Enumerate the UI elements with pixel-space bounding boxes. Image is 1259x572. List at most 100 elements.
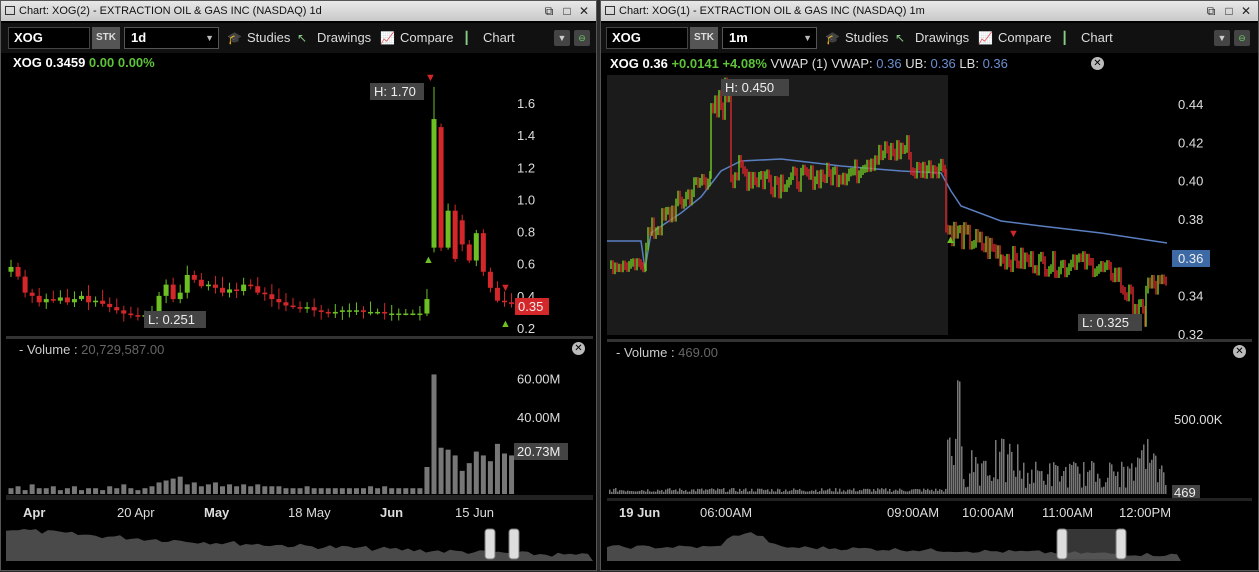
volume-bar (1039, 471, 1041, 494)
price-tick-label: 0.8 (517, 225, 535, 240)
volume-bar (1117, 471, 1119, 494)
volume-bar (1079, 473, 1081, 494)
time-axis-label: 06:00AM (700, 505, 752, 520)
volume-bar (741, 490, 743, 494)
volume-bar (735, 490, 737, 494)
volume-bar (743, 489, 745, 494)
volume-bar (403, 488, 409, 494)
sell-marker-icon: ▼ (500, 282, 511, 294)
volume-bar (717, 488, 719, 494)
volume-bar (1087, 471, 1089, 494)
volume-bar (1075, 463, 1077, 494)
volume-bar (947, 439, 949, 494)
price-tick-label: 0.40 (1178, 174, 1203, 189)
premarket-shading (607, 75, 948, 335)
volume-bar (1053, 462, 1055, 494)
volume-bar (332, 488, 338, 494)
volume-bar (931, 489, 933, 494)
candle-down (15, 266, 21, 277)
candle-up (375, 311, 381, 314)
volume-bar (220, 486, 225, 494)
volume-bar (901, 489, 903, 494)
volume-bar (50, 486, 56, 494)
volume-bar (633, 491, 635, 494)
volume-bar (721, 489, 723, 494)
volume-bar (417, 488, 423, 494)
volume-bar (819, 491, 821, 494)
volume-bar (703, 490, 705, 494)
axis-divider (607, 498, 1252, 501)
volume-bar (941, 489, 943, 494)
volume-tick-label: 60.00M (517, 371, 560, 386)
volume-bar (1031, 469, 1033, 494)
volume-bar (777, 488, 779, 494)
volume-bar (431, 374, 437, 494)
time-axis-label: 10:00AM (962, 505, 1014, 520)
volume-bar (801, 490, 803, 494)
volume-bar (487, 461, 493, 494)
volume-bar (36, 488, 42, 494)
volume-bar (925, 489, 927, 494)
volume-bar (849, 489, 851, 494)
volume-bar (779, 489, 781, 494)
time-axis-label: 19 Jun (619, 505, 660, 520)
volume-bar (841, 491, 843, 494)
volume-bar (829, 488, 831, 494)
volume-bar (807, 491, 809, 494)
volume-bar (893, 490, 895, 494)
close-volume-icon[interactable]: ✕ (572, 342, 585, 355)
volume-bar (667, 488, 669, 494)
high-marker-icon: ▼ (425, 72, 436, 84)
volume-bar (843, 490, 845, 494)
volume-bar (639, 490, 641, 494)
volume-bar (290, 488, 296, 494)
volume-bar (805, 491, 807, 494)
navigator-handle-left (1056, 528, 1068, 560)
volume-bar (873, 489, 875, 494)
volume-bar (955, 438, 957, 494)
volume-bar (1003, 439, 1005, 494)
volume-bar (811, 490, 813, 494)
buy-marker-icon: ▲ (423, 254, 434, 266)
volume-bar (1045, 484, 1047, 494)
pane-divider (607, 339, 1252, 342)
volume-bar (715, 490, 717, 494)
price-chart-daily[interactable]: 1.61.41.21.00.80.60.40.2▼▲▼▲H: 1.70L: 0.… (1, 1, 598, 572)
volume-bar (687, 491, 689, 494)
volume-bar (502, 453, 507, 494)
volume-bar (657, 489, 659, 494)
time-axis-label: 11:00AM (1042, 505, 1093, 520)
volume-bar (699, 489, 701, 494)
candle-down (107, 303, 113, 308)
close-volume-icon[interactable]: ✕ (1233, 345, 1246, 358)
volume-bar (713, 489, 715, 494)
volume-tag: 20.73M (517, 444, 560, 459)
navigator-handle-left (484, 528, 496, 560)
date-axis-label: 18 May (288, 505, 331, 520)
volume-bar (847, 489, 849, 494)
candle-up (227, 289, 233, 293)
volume-bar (318, 488, 324, 494)
candle-down (311, 307, 317, 311)
volume-bar (679, 488, 681, 494)
candle-up (43, 299, 49, 303)
price-chart-intraday[interactable]: 0.44 0.42 0.40 0.38 0.34 0.32 ▲ ▼ H: 0.450 L: 0.3… (601, 1, 1259, 572)
volume-bar (1021, 478, 1023, 494)
candle-up (403, 313, 409, 316)
volume-bar (1145, 468, 1147, 494)
candle-down (50, 299, 56, 301)
volume-bar (1159, 468, 1161, 494)
volume-bar (759, 488, 761, 494)
volume-bar (184, 484, 190, 494)
volume-value: 20,729,587.00 (81, 342, 165, 357)
volume-bar (177, 476, 183, 494)
volume-bar (1047, 474, 1049, 494)
volume-bar (1063, 470, 1065, 494)
volume-bar (1057, 465, 1059, 494)
volume-bar (149, 486, 155, 494)
candle-down (269, 294, 275, 300)
volume-bar (739, 488, 741, 494)
volume-bar (613, 488, 615, 494)
candle-down (318, 310, 324, 312)
volume-bar (903, 490, 905, 494)
